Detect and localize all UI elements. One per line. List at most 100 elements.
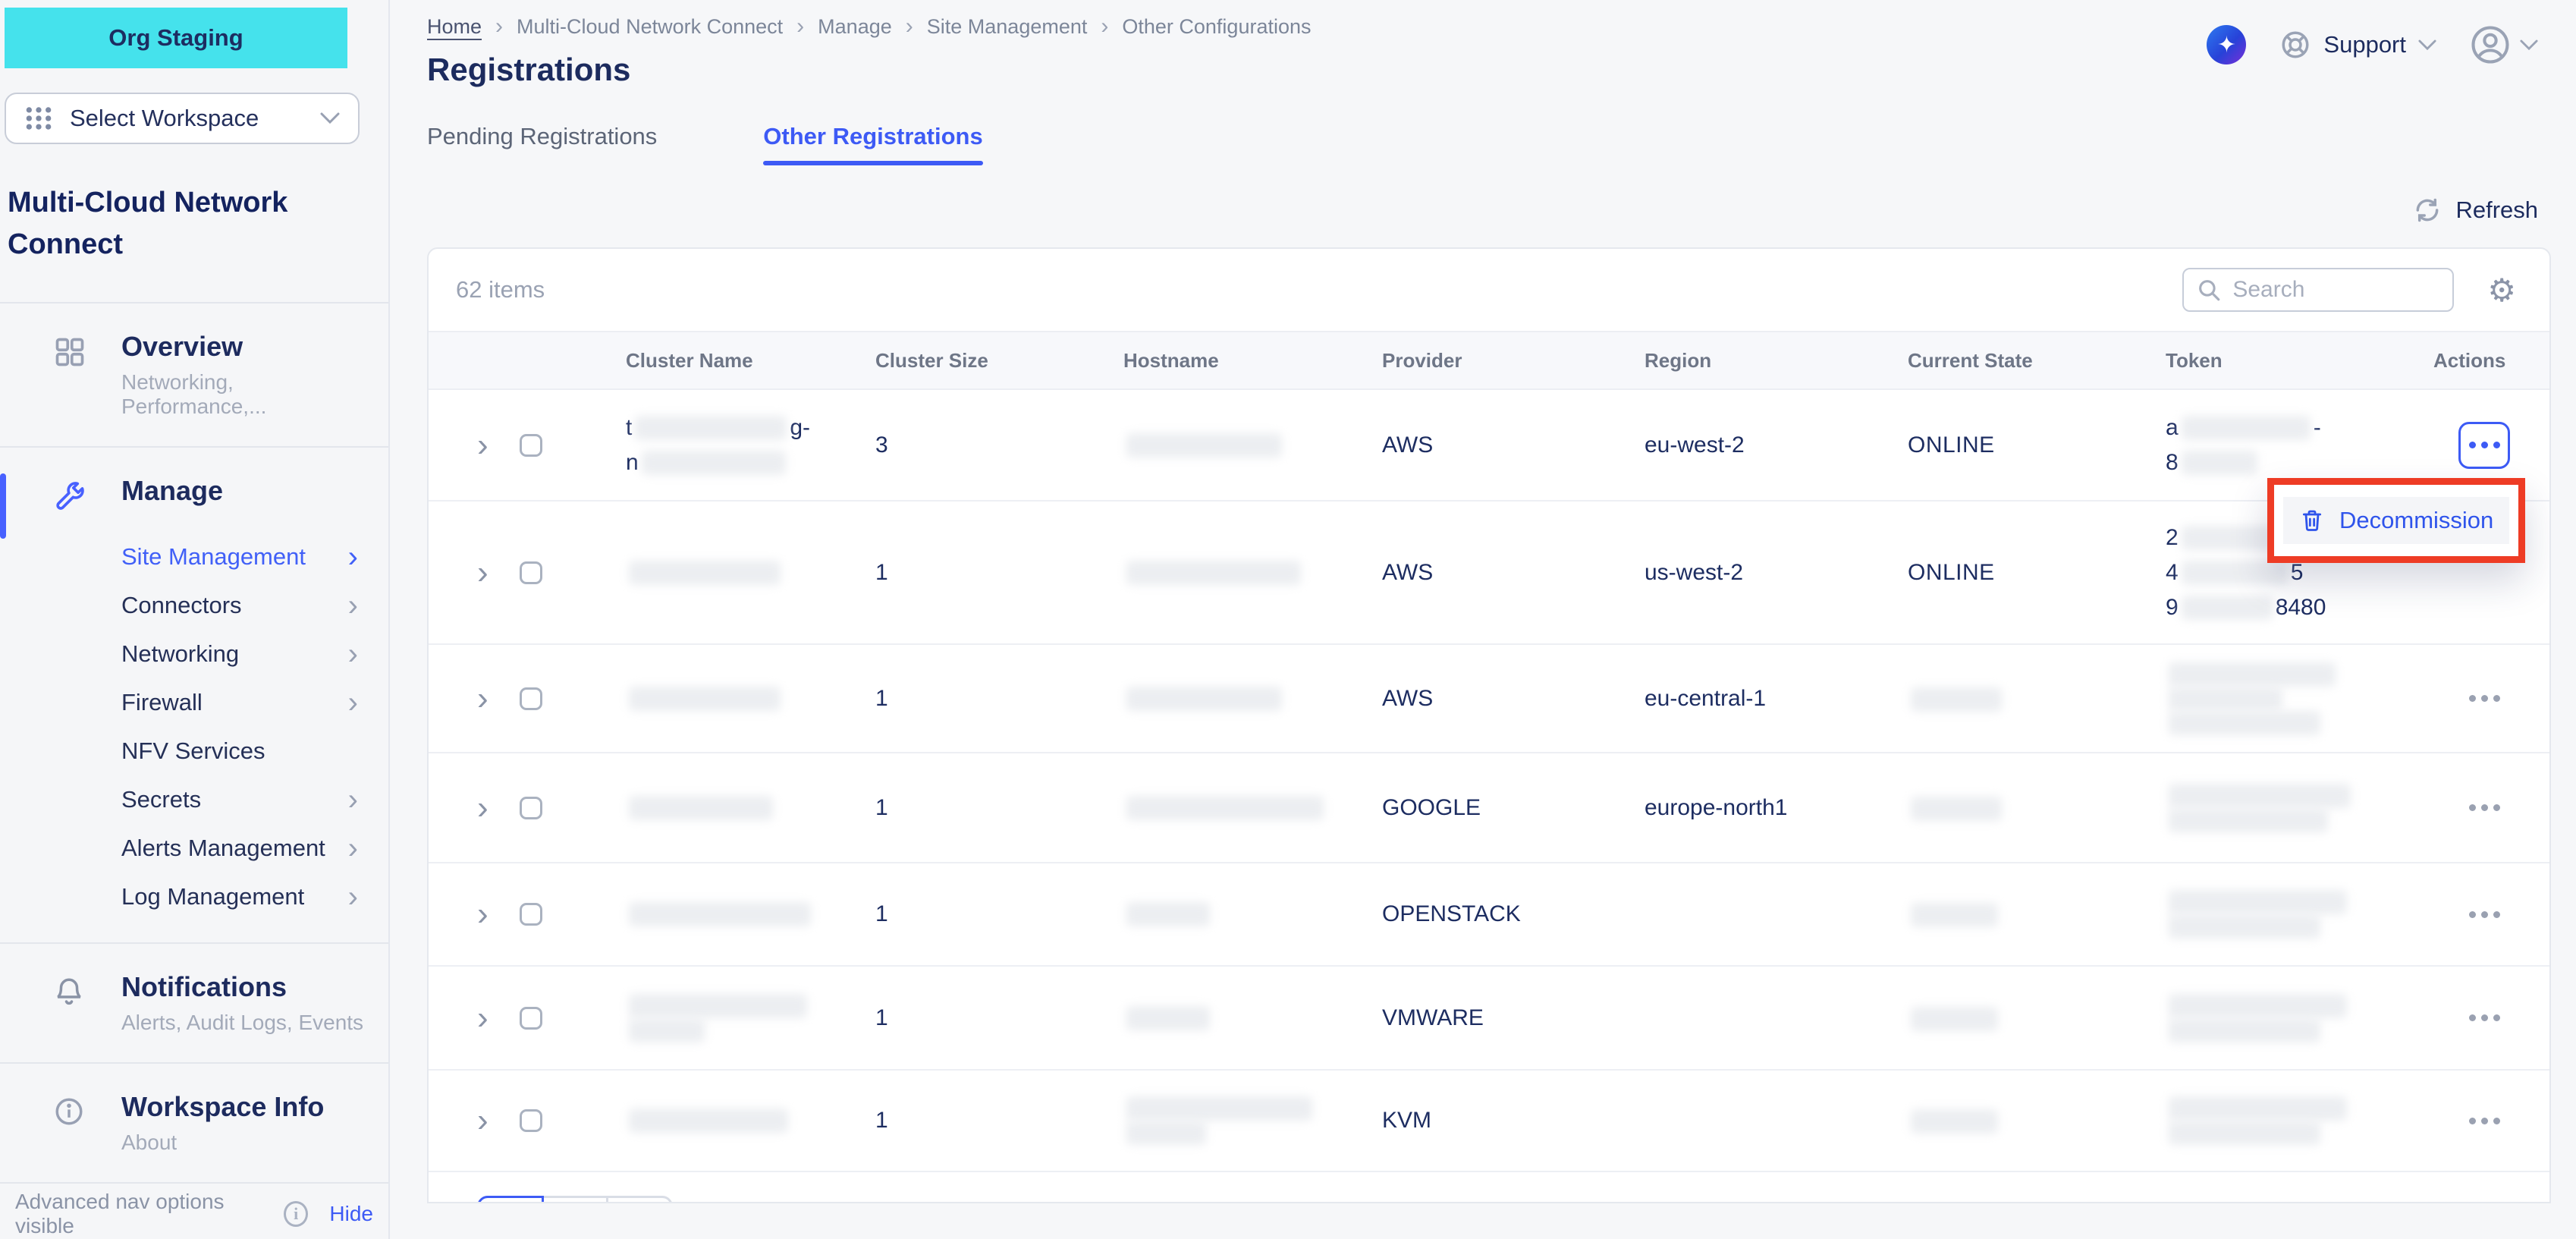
wrench-icon [53,480,86,513]
expand-row-chevron-icon[interactable]: › [477,791,520,825]
sidebar-item-connectors[interactable]: Connectors› [0,581,388,630]
cluster-size-cell: 3 [875,428,1123,463]
expand-row-chevron-icon[interactable]: › [477,556,520,590]
topbar-icons: ✦ Support [2207,14,2576,65]
region-cell: eu-central-1 [1645,681,1908,716]
checkbox-cell [520,797,626,819]
breadcrumb-item[interactable]: Manage [818,15,892,39]
column-header-current-state: Current State [1908,349,2166,373]
decommission-menu-item[interactable]: Decommission [2283,497,2509,544]
redacted-text [629,902,811,926]
support-menu[interactable]: Support [2279,29,2436,61]
row-checkbox[interactable] [520,1007,542,1030]
redacted-text [2182,451,2257,475]
hostname-cell [1123,1006,1382,1030]
redacted-text [629,687,781,711]
column-header-region: Region [1645,349,1908,373]
expand-row-chevron-icon[interactable]: › [477,1104,520,1137]
expand-row-chevron-icon[interactable]: › [477,429,520,462]
table-header-row: Cluster NameCluster SizeHostnameProvider… [429,331,2549,390]
provider-cell: GOOGLE [1382,791,1645,825]
cell-line [1123,1096,1382,1121]
sidebar-item-secrets[interactable]: Secrets› [0,775,388,824]
row-checkbox[interactable] [520,903,542,926]
sidebar-item-log-management[interactable]: Log Management› [0,873,388,921]
current-state-cell [1908,897,2166,932]
user-menu[interactable] [2470,24,2538,65]
redacted-text [2169,994,2347,1018]
cell-line [1123,796,1382,820]
breadcrumb-item[interactable]: Other Configurations [1122,15,1311,39]
breadcrumb-separator: › [796,14,804,39]
cluster-name-cell [626,1108,875,1133]
expand-row-chevron-icon[interactable]: › [477,1002,520,1035]
cluster-name-cell: tg-n [626,410,875,480]
row-checkbox[interactable] [520,561,542,584]
cell-line [1123,433,1382,458]
redacted-text [1126,902,1210,926]
sidebar-item-site-management[interactable]: Site Management› [0,533,388,581]
breadcrumb-item[interactable]: Home [427,15,482,39]
sidebar-item-alerts-management[interactable]: Alerts Management› [0,824,388,873]
sidebar-item-overview[interactable]: Overview Networking, Performance,... [0,325,388,425]
search-box [2182,268,2454,312]
pagination-segment[interactable] [606,1196,673,1203]
dot-icon [2481,1014,2488,1021]
refresh-icon [2413,196,2442,225]
hide-link[interactable]: Hide [329,1202,373,1226]
search-input[interactable] [2232,277,2440,303]
row-checkbox[interactable] [520,797,542,819]
row-actions-button[interactable] [2458,995,2510,1042]
expand-row-chevron-icon[interactable]: › [477,682,520,715]
sidebar-item-label: Firewall [121,689,348,716]
row-actions-button[interactable] [2458,1097,2510,1144]
expand-row-chevron-icon[interactable]: › [477,898,520,931]
token-cell [2166,662,2433,735]
pagination-segment-active[interactable] [477,1196,544,1203]
row-checkbox[interactable] [520,687,542,710]
cluster-name-cell [626,561,875,585]
cluster-name-cell [626,994,875,1042]
table-toolbar: 62 items ⚙ [429,249,2549,331]
breadcrumb-item[interactable]: Multi-Cloud Network Connect [517,15,783,39]
row-checkbox[interactable] [520,1109,542,1132]
checkbox-cell [520,561,626,584]
tab-bar: Pending Registrations Other Registrations [427,123,2576,165]
cell-line [626,1018,875,1042]
pagination-segment[interactable] [542,1196,608,1203]
row-actions-button[interactable] [2458,422,2510,469]
tab-pending-registrations[interactable]: Pending Registrations [427,123,657,165]
cell-line: a- [2166,410,2433,445]
row-checkbox[interactable] [520,434,542,457]
refresh-button[interactable]: Refresh [2413,196,2538,225]
workspace-selector[interactable]: Select Workspace [5,93,360,144]
sidebar-item-firewall[interactable]: Firewall› [0,678,388,727]
table-row: ›1OPENSTACK [429,863,2549,967]
cell-line [1123,1121,1382,1145]
sidebar-item-manage[interactable]: Manage [0,469,388,513]
tab-other-registrations[interactable]: Other Registrations [763,123,982,165]
redacted-text [2182,561,2288,585]
ai-assistant-icon[interactable]: ✦ [2207,25,2246,64]
cluster-name-cell [626,687,875,711]
row-actions-button[interactable] [2458,675,2510,722]
sidebar-item-notifications[interactable]: Notifications Alerts, Audit Logs, Events [0,965,388,1041]
row-actions-button[interactable] [2458,785,2510,832]
redacted-text [2169,914,2320,939]
dot-icon [2469,1014,2476,1021]
refresh-row: Refresh [427,196,2576,225]
state-value: ONLINE [1908,432,1995,458]
gear-icon[interactable]: ⚙ [2487,272,2516,309]
main-content: Home › Multi-Cloud Network Connect › Manage ›… [390,0,2576,1239]
cluster-size-cell: 1 [875,1103,1123,1138]
region-cell: eu-west-2 [1645,428,1908,463]
sidebar-item-workspace-info[interactable]: Workspace Info About [0,1085,388,1161]
sidebar-item-networking[interactable]: Networking› [0,630,388,678]
hostname-cell [1123,433,1382,458]
redacted-text [629,796,773,820]
breadcrumb-item[interactable]: Site Management [927,15,1088,39]
sidebar-item-nfv-services[interactable]: NFV Services [0,727,388,775]
row-actions-button[interactable] [2458,891,2510,938]
redacted-text [1911,1109,1998,1134]
dot-icon [2469,695,2476,702]
